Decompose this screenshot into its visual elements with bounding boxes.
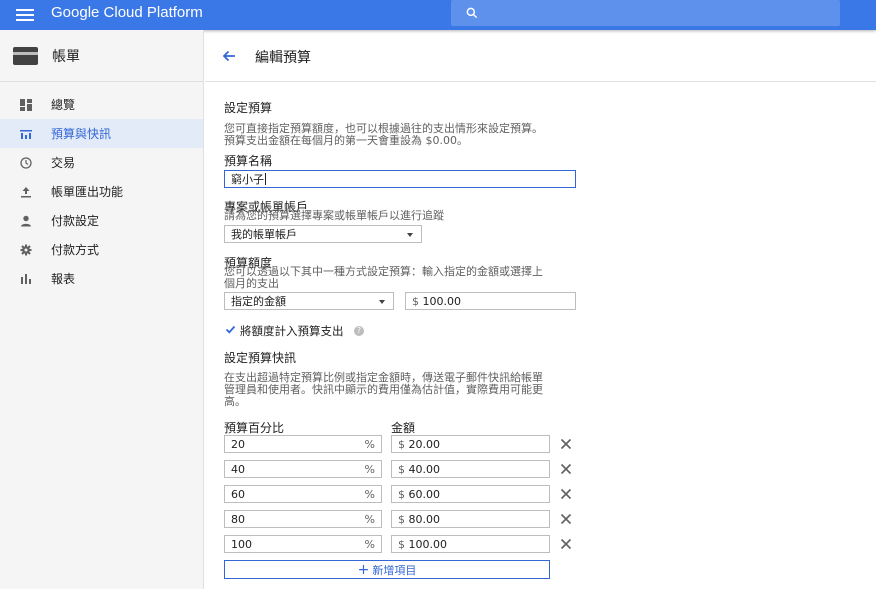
include-credits-checkbox[interactable] bbox=[225, 324, 236, 335]
alert-amount-input[interactable]: $ 80.00 bbox=[391, 510, 550, 528]
dashboard-icon bbox=[19, 98, 33, 112]
percent-suffix: % bbox=[364, 438, 375, 451]
help-icon[interactable]: ? bbox=[354, 326, 364, 336]
currency-prefix: $ bbox=[398, 437, 405, 451]
alerts-desc-line2: 管理員和使用者。快訊中顯示的費用僅為估計值，實際費用可能更 bbox=[224, 383, 543, 396]
alert-percent-input[interactable]: 20 % bbox=[224, 435, 382, 453]
alert-percent-value: 20 bbox=[231, 437, 245, 451]
budget-name-input[interactable]: 窮小子 bbox=[224, 170, 576, 188]
project-select-value: 我的帳單帳戶 bbox=[231, 228, 297, 241]
alert-amount-input[interactable]: $ 60.00 bbox=[391, 485, 550, 503]
sidebar-item-transactions[interactable]: 交易 bbox=[0, 148, 203, 177]
alert-percent-value: 40 bbox=[231, 462, 245, 476]
add-item-label: 新增項目 bbox=[372, 563, 417, 577]
remove-row-icon[interactable] bbox=[560, 438, 572, 450]
search-icon bbox=[466, 7, 478, 19]
amount-type-select[interactable]: 指定的金額 bbox=[224, 292, 394, 310]
alert-percent-input[interactable]: 100 % bbox=[224, 535, 382, 553]
sidebar-item-payment-methods[interactable]: 付款方式 bbox=[0, 235, 203, 264]
dropdown-arrow-icon bbox=[407, 233, 413, 237]
sidebar-item-label: 總覽 bbox=[51, 98, 76, 112]
amount-type-value: 指定的金額 bbox=[231, 295, 286, 308]
currency-prefix: $ bbox=[398, 512, 405, 526]
bar-chart-icon bbox=[19, 272, 33, 286]
sidebar-item-label: 帳單匯出功能 bbox=[51, 185, 124, 199]
alerts-desc-line3: 高。 bbox=[224, 395, 246, 408]
sidebar-item-label: 交易 bbox=[51, 156, 76, 170]
alert-amount-value: 40.00 bbox=[408, 462, 441, 476]
alert-amount-value: 60.00 bbox=[408, 487, 441, 501]
alert-amount-input[interactable]: $ 100.00 bbox=[391, 535, 550, 553]
export-icon bbox=[19, 185, 33, 199]
sidebar-item-reports[interactable]: 報表 bbox=[0, 264, 203, 293]
gear-icon bbox=[19, 243, 33, 257]
sidebar-item-budgets[interactable]: 預算與快訊 bbox=[0, 119, 203, 148]
remove-row-icon[interactable] bbox=[560, 488, 572, 500]
percent-suffix: % bbox=[364, 463, 375, 476]
top-app-bar: Google Cloud Platform bbox=[0, 0, 876, 30]
budget-name-value: 窮小子 bbox=[231, 173, 264, 186]
back-arrow-icon[interactable] bbox=[221, 48, 237, 64]
alert-amount-input[interactable]: $ 20.00 bbox=[391, 435, 550, 453]
budget-amount-desc-line2: 個月的支出 bbox=[224, 277, 279, 290]
page-header: 編輯預算 bbox=[205, 30, 876, 82]
alert-percent-input[interactable]: 60 % bbox=[224, 485, 382, 503]
add-item-button[interactable]: + 新增項目 bbox=[224, 560, 550, 579]
billing-card-icon bbox=[13, 46, 38, 65]
page-title: 編輯預算 bbox=[255, 50, 311, 66]
search-bar[interactable] bbox=[451, 0, 840, 26]
sidebar-item-label: 預算與快訊 bbox=[51, 127, 112, 141]
remove-row-icon[interactable] bbox=[560, 513, 572, 525]
set-budget-heading: 設定預算 bbox=[224, 101, 273, 115]
alert-amount-value: 20.00 bbox=[408, 437, 441, 451]
include-credits-label[interactable]: 將額度計入預算支出 bbox=[240, 323, 344, 339]
sidebar-item-overview[interactable]: 總覽 bbox=[0, 90, 203, 119]
sidebar-header: 帳單 bbox=[0, 30, 203, 82]
budget-icon bbox=[19, 127, 33, 141]
alerts-heading: 設定預算快訊 bbox=[224, 351, 297, 365]
sidebar-item-label: 報表 bbox=[51, 272, 76, 286]
sidebar-item-payment-settings[interactable]: 付款設定 bbox=[0, 206, 203, 235]
set-budget-desc-line2: 預算支出金額在每個月的第一天會重設為 $0.00。 bbox=[224, 134, 468, 147]
budget-amount-value: 100.00 bbox=[422, 294, 462, 308]
currency-prefix: $ bbox=[412, 294, 419, 308]
currency-prefix: $ bbox=[398, 537, 405, 551]
alert-percent-input[interactable]: 40 % bbox=[224, 460, 382, 478]
remove-row-icon[interactable] bbox=[560, 538, 572, 550]
project-select[interactable]: 我的帳單帳戶 bbox=[224, 225, 422, 243]
alert-amount-value: 80.00 bbox=[408, 512, 441, 526]
remove-row-icon[interactable] bbox=[560, 463, 572, 475]
sidebar-title: 帳單 bbox=[52, 48, 80, 65]
sidebar-item-label: 付款方式 bbox=[51, 243, 100, 257]
product-title[interactable]: Google Cloud Platform bbox=[51, 4, 203, 21]
alert-amount-value: 100.00 bbox=[408, 537, 448, 551]
person-icon bbox=[19, 214, 33, 228]
sidebar: 帳單 總覽 預算與快訊 交易 帳單匯出功能 付款設定 付款方式 報表 bbox=[0, 30, 204, 589]
col-header-amount: 金額 bbox=[391, 421, 416, 435]
menu-icon[interactable] bbox=[16, 6, 34, 24]
dropdown-arrow-icon bbox=[379, 300, 385, 304]
alert-percent-value: 60 bbox=[231, 487, 245, 501]
currency-prefix: $ bbox=[398, 487, 405, 501]
project-desc: 請為您的預算選擇專案或帳單帳戶以進行追蹤 bbox=[224, 209, 444, 222]
plus-icon: + bbox=[357, 561, 370, 578]
budget-name-label: 預算名稱 bbox=[224, 154, 273, 168]
alert-percent-value: 100 bbox=[231, 537, 252, 551]
sidebar-item-export[interactable]: 帳單匯出功能 bbox=[0, 177, 203, 206]
col-header-percent: 預算百分比 bbox=[224, 421, 285, 435]
text-caret bbox=[265, 173, 266, 185]
clock-icon bbox=[19, 156, 33, 170]
percent-suffix: % bbox=[364, 513, 375, 526]
alert-percent-value: 80 bbox=[231, 512, 245, 526]
percent-suffix: % bbox=[364, 488, 375, 501]
percent-suffix: % bbox=[364, 538, 375, 551]
sidebar-item-label: 付款設定 bbox=[51, 214, 100, 228]
alert-amount-input[interactable]: $ 40.00 bbox=[391, 460, 550, 478]
alert-percent-input[interactable]: 80 % bbox=[224, 510, 382, 528]
currency-prefix: $ bbox=[398, 462, 405, 476]
budget-amount-input[interactable]: $ 100.00 bbox=[405, 292, 576, 310]
